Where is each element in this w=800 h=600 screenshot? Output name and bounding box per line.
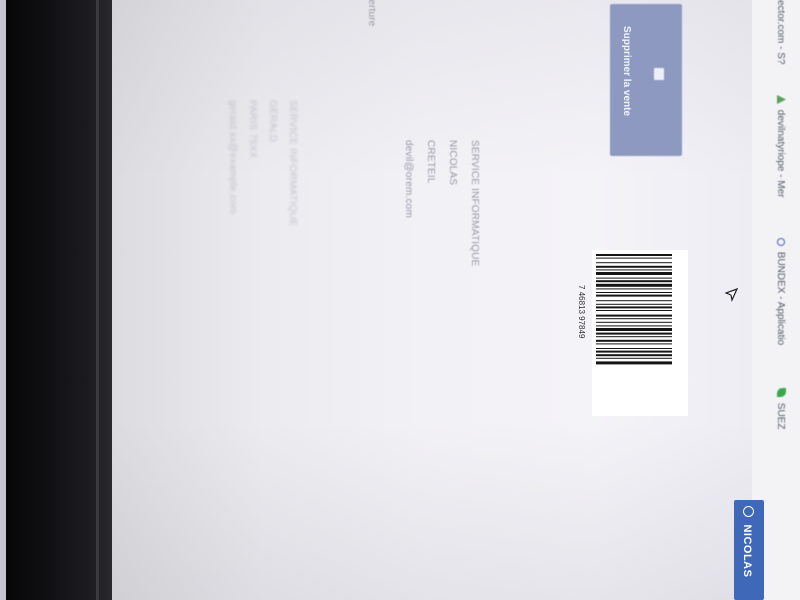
barcode — [592, 250, 688, 416]
bezel-highlight — [0, 0, 6, 600]
monitor-bezel — [0, 0, 112, 600]
sender-line: PARIS 75XX — [247, 100, 258, 159]
bookmark-label: ector.com - S? — [775, 0, 786, 65]
trash-icon — [654, 68, 664, 80]
browser-page — [112, 0, 800, 600]
user-icon — [743, 506, 754, 517]
sender-line: SERVICE INFORMATIQUE — [287, 100, 298, 227]
recipient-email: devil@orem.com — [403, 140, 414, 218]
bookmark-label: BUNDEX - Applicatio — [775, 251, 786, 346]
leaf-icon — [777, 388, 786, 397]
recipient-line: SERVICE INFORMATIQUE — [469, 140, 480, 267]
bookmark-label: devilnatyriope - Mer — [775, 109, 786, 198]
recipient-line: NICOLAS — [447, 140, 458, 186]
delete-sale-label: Supprimer la vente — [621, 26, 632, 117]
sender-line: GERALD — [267, 100, 278, 143]
section-heading: verture — [366, 0, 377, 27]
recipient-line: CRETEIL — [425, 140, 436, 184]
barcode-bars — [596, 254, 672, 365]
sender-email: gerald.xx@example.com — [227, 100, 238, 215]
bezel-seam — [96, 0, 99, 600]
drive-icon — [777, 95, 786, 104]
user-badge-content: NICOLAS — [739, 506, 757, 577]
cursor-icon — [725, 288, 739, 302]
bookmark-item[interactable]: ector.com - S? — [775, 0, 786, 64]
barcode-number: 7 46813 97849 — [577, 285, 586, 339]
bookmark-label: SUEZ — [775, 402, 786, 430]
user-name: NICOLAS — [741, 524, 753, 578]
globe-icon — [777, 238, 785, 246]
bookmark-item[interactable]: BUNDEX - Applicatio — [775, 238, 786, 345]
bookmark-item[interactable]: SUEZ — [775, 388, 786, 429]
bookmark-item[interactable]: devilnatyriope - Mer — [775, 95, 786, 198]
